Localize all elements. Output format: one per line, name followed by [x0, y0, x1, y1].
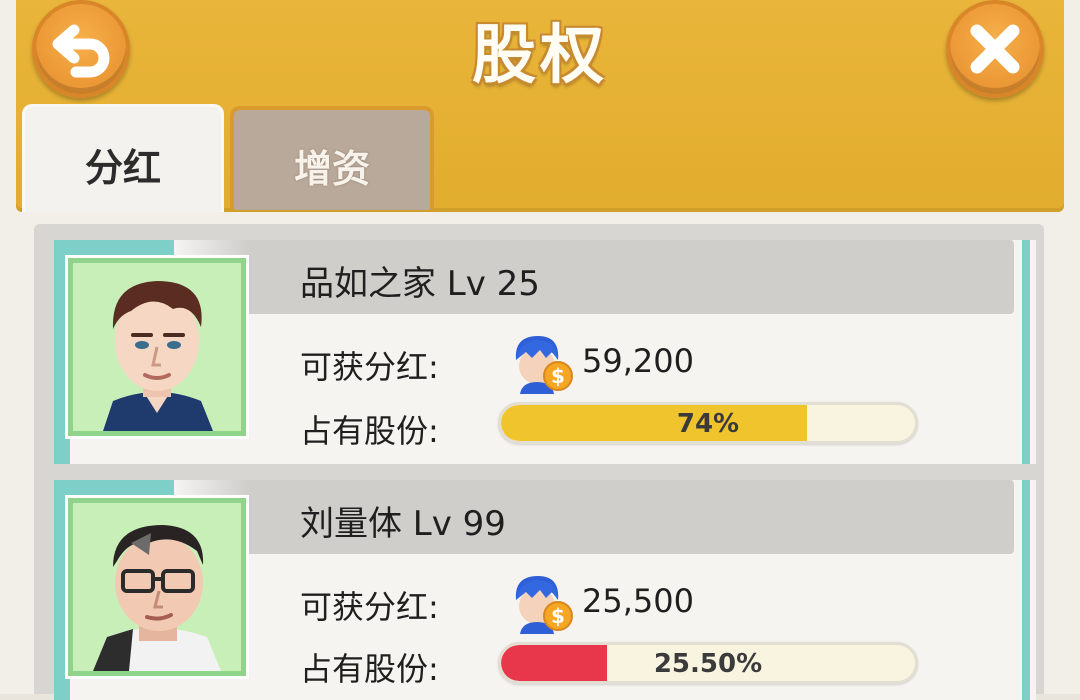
back-arrow-icon [52, 24, 110, 78]
avatar-man-glasses-icon [73, 503, 241, 671]
shareholder-card[interactable]: 品如之家 Lv 25 可获分红: $ 59,200 占有股份: 74% [54, 240, 1036, 464]
card-accent [1022, 240, 1030, 464]
dividend-amount: 25,500 [582, 582, 694, 620]
share-label: 占有股份: [300, 412, 439, 450]
close-x-icon [970, 24, 1020, 74]
tab-capital-increase[interactable]: 增资 [230, 106, 434, 210]
avatar[interactable] [65, 495, 249, 679]
card-accent [54, 480, 174, 500]
back-button[interactable] [32, 0, 130, 98]
share-progress-bar: 25.50% [498, 642, 918, 684]
share-percent: 25.50% [653, 649, 763, 679]
share-percent: 74% [676, 409, 740, 439]
close-button[interactable] [946, 0, 1044, 98]
card-accent [54, 240, 174, 260]
card-accent [1022, 480, 1030, 700]
dialog-title: 股权 [472, 19, 608, 93]
svg-text:$: $ [551, 364, 565, 388]
coin-person-icon: $ [515, 336, 573, 394]
player-name: 品如之家 Lv 25 [300, 264, 540, 304]
shareholder-card[interactable]: 刘量体 Lv 99 可获分红: $ 25,500 占有股份: 25.50% [54, 480, 1036, 700]
svg-text:$: $ [551, 604, 565, 628]
coin-person-icon: $ [515, 576, 573, 634]
dividend-amount: 59,200 [582, 342, 694, 380]
dividend-label: 可获分红: [300, 348, 439, 386]
player-name: 刘量体 Lv 99 [300, 504, 506, 544]
avatar-man-brown-hair-icon [73, 263, 241, 431]
avatar[interactable] [65, 255, 249, 439]
tab-dividend[interactable]: 分红 [22, 104, 224, 212]
share-label: 占有股份: [300, 650, 439, 688]
share-progress-bar: 74% [498, 402, 918, 444]
equity-dialog: 股权 分红 增资 品如之家 Lv 25 可获分红: $ 59,200 占有股份:… [0, 0, 1080, 700]
dividend-label: 可获分红: [300, 588, 439, 626]
